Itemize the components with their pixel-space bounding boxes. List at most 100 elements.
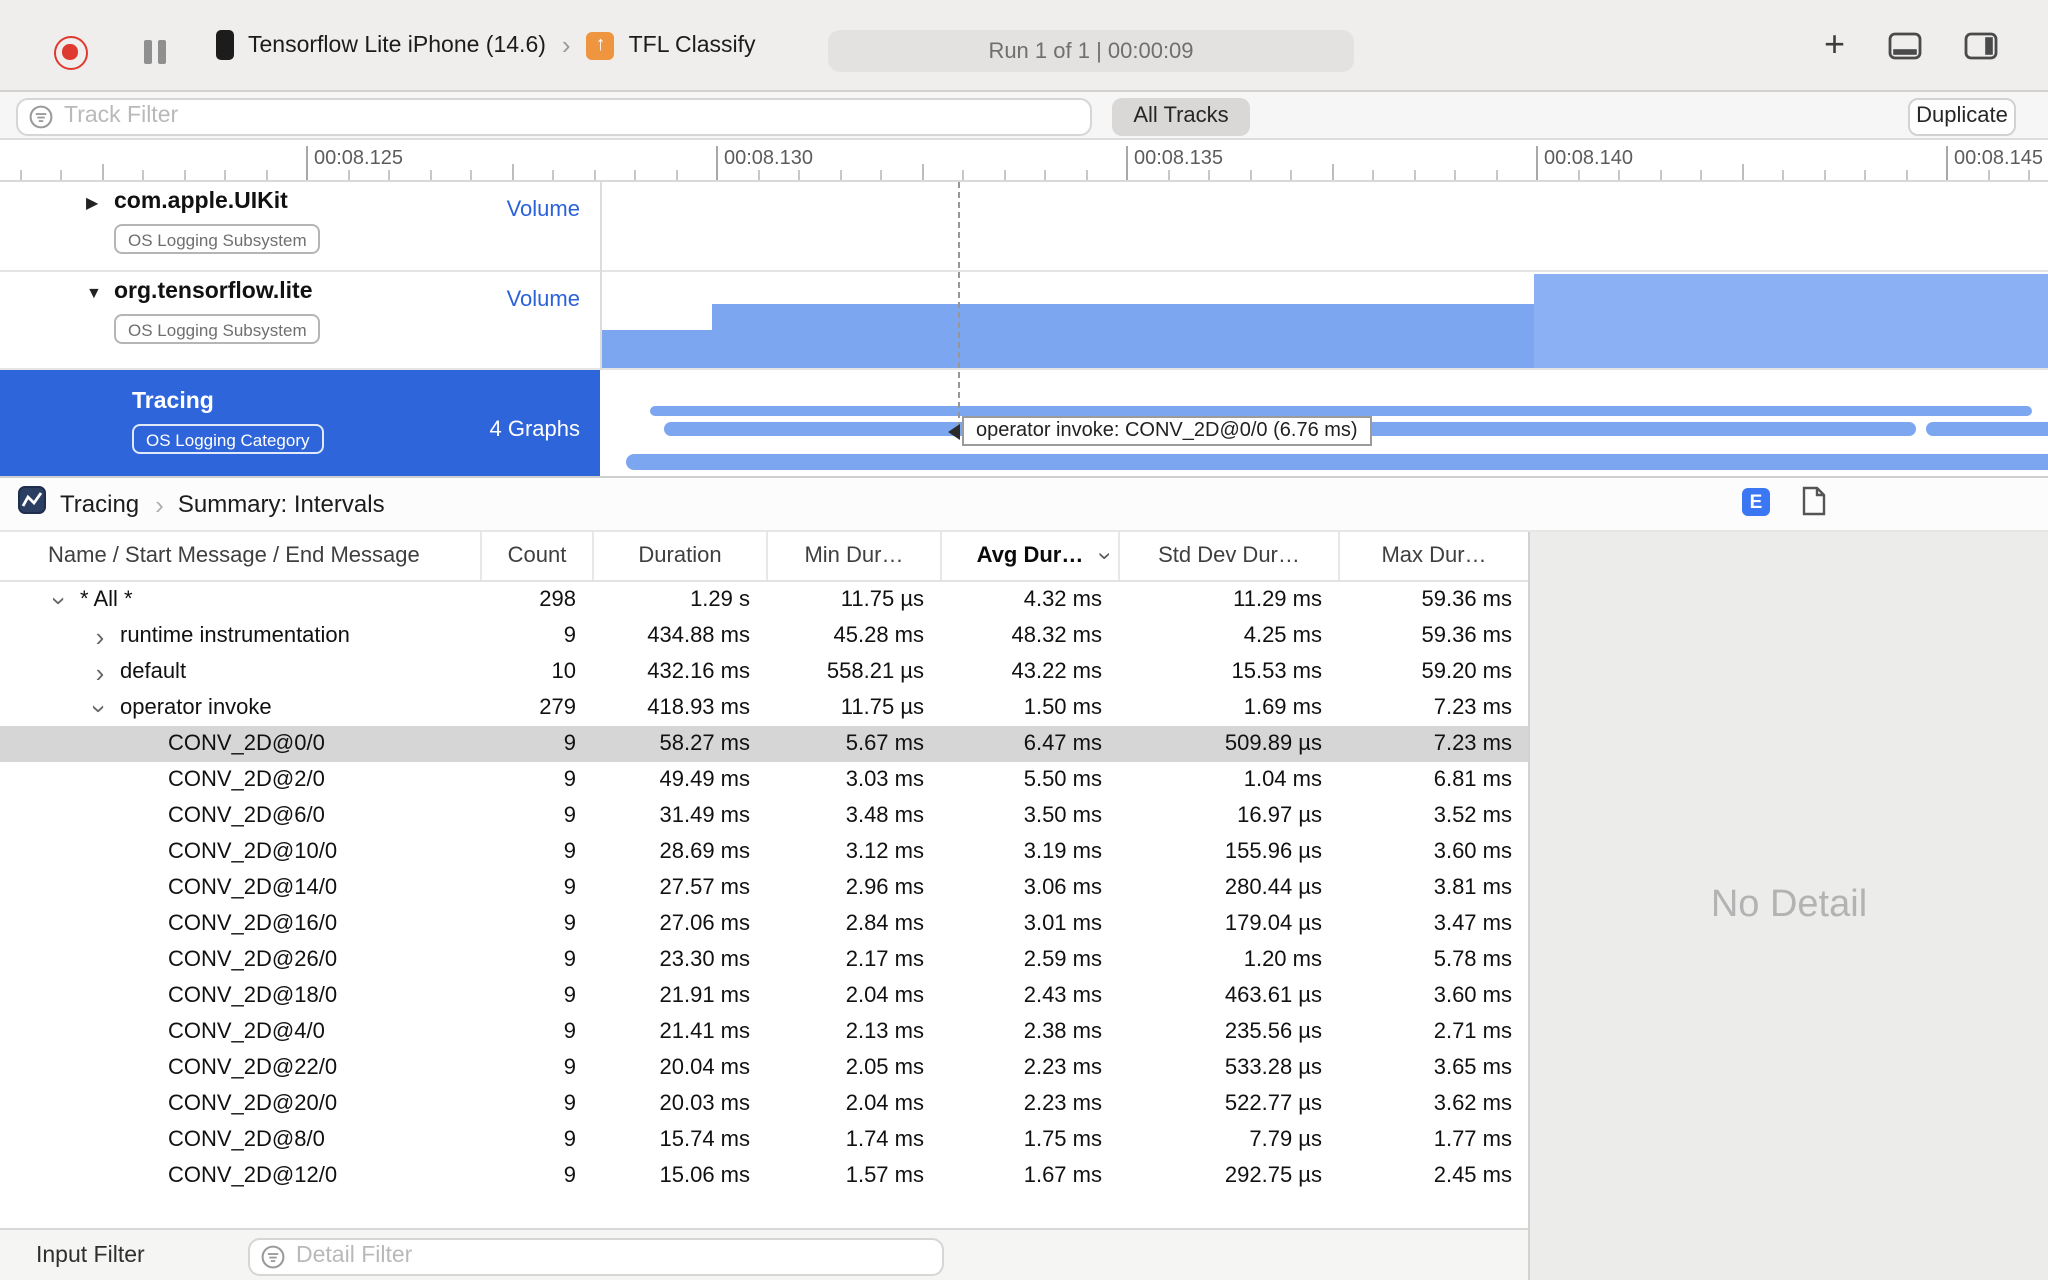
row-value: 558.21 µs xyxy=(826,660,924,684)
row-value: 1.29 s xyxy=(690,588,750,612)
table-row[interactable]: CONV_2D@6/0 9 31.49 ms 3.48 ms 3.50 ms 16.97 … xyxy=(0,798,1528,834)
track-lane[interactable] xyxy=(600,272,2048,368)
document-inspector-icon[interactable] xyxy=(1802,486,1826,526)
row-value: 2.96 ms xyxy=(845,876,924,900)
table-row[interactable]: CONV_2D@18/0 9 21.91 ms 2.04 ms 2.43 ms 463.6… xyxy=(0,978,1528,1014)
add-track-button[interactable]: + xyxy=(1824,24,1845,66)
toggle-right-panel-button[interactable] xyxy=(1964,32,1998,70)
ruler-tick xyxy=(1331,164,1333,180)
table-row[interactable]: CONV_2D@8/0 9 15.74 ms 1.74 ms 1.75 ms 7.79 µ… xyxy=(0,1122,1528,1158)
row-value: 9 xyxy=(563,768,576,792)
detail-filter-input[interactable]: Detail Filter xyxy=(248,1237,944,1275)
tracing-instrument-icon xyxy=(18,485,46,523)
ruler-tick xyxy=(675,170,677,180)
toggle-bottom-panel-button[interactable] xyxy=(1888,32,1922,70)
iphone-icon xyxy=(216,30,234,60)
track-row-tracing-selected[interactable]: Tracing OS Logging Category 4 Graphs ope… xyxy=(0,370,2048,476)
table-row[interactable]: CONV_2D@14/0 9 27.57 ms 2.96 ms 3.06 ms 280.4… xyxy=(0,870,1528,906)
breadcrumb-page[interactable]: Summary: Intervals xyxy=(178,490,385,518)
no-detail-label: No Detail xyxy=(1710,884,1868,926)
table-row[interactable]: CONV_2D@10/0 9 28.69 ms 3.12 ms 3.19 ms 155.9… xyxy=(0,834,1528,870)
table-row[interactable]: CONV_2D@12/0 9 15.06 ms 1.57 ms 1.67 ms 292.7… xyxy=(0,1158,1528,1194)
record-dot-icon xyxy=(62,44,78,60)
device-target-selector[interactable]: Tensorflow Lite iPhone (14.6) › ↑ TFL Cl… xyxy=(216,30,756,60)
breadcrumb-root[interactable]: Tracing xyxy=(60,490,139,518)
disclosure-collapsed-icon[interactable]: ▶ xyxy=(86,194,98,212)
track-filter-input[interactable]: Track Filter xyxy=(16,97,1092,135)
ruler-tick xyxy=(470,170,472,180)
table-row[interactable]: CONV_2D@16/0 9 27.06 ms 2.84 ms 3.01 ms 179.0… xyxy=(0,906,1528,942)
column-header-duration[interactable]: Duration xyxy=(592,532,766,580)
row-value: 1.77 ms xyxy=(1433,1128,1512,1152)
table-row[interactable]: › * All * 298 1.29 s 11.75 µs 4.32 ms 11.29 ms… xyxy=(0,582,1528,618)
ruler-tick xyxy=(101,164,103,180)
row-value: 3.12 ms xyxy=(845,840,924,864)
extended-detail-inspector-icon[interactable]: E xyxy=(1742,488,1770,516)
table-row[interactable]: CONV_2D@4/0 9 21.41 ms 2.13 ms 2.38 ms 235.56… xyxy=(0,1014,1528,1050)
collapse-chevron-icon[interactable]: › xyxy=(45,585,75,615)
run-status-text: Run 1 of 1 | 00:00:09 xyxy=(988,39,1194,63)
row-name: CONV_2D@8/0 xyxy=(168,1128,325,1152)
table-row[interactable]: CONV_2D@2/0 9 49.49 ms 3.03 ms 5.50 ms 1.04 m… xyxy=(0,762,1528,798)
row-value: 1.20 ms xyxy=(1243,948,1322,972)
row-value: 3.48 ms xyxy=(845,804,924,828)
right-panel-icon xyxy=(1964,32,1998,60)
row-name-cell: CONV_2D@18/0 xyxy=(0,984,480,1008)
column-header-std-dev-dur[interactable]: Std Dev Dur… xyxy=(1118,532,1338,580)
table-row[interactable]: CONV_2D@20/0 9 20.03 ms 2.04 ms 2.23 ms 522.7… xyxy=(0,1086,1528,1122)
table-row[interactable]: CONV_2D@22/0 9 20.04 ms 2.05 ms 2.23 ms 533.2… xyxy=(0,1050,1528,1086)
row-value: 155.96 µs xyxy=(1224,840,1322,864)
row-value: 3.50 ms xyxy=(1023,804,1102,828)
column-header-name[interactable]: Name / Start Message / End Message xyxy=(0,532,480,580)
row-value: 49.49 ms xyxy=(659,768,751,792)
table-row[interactable]: CONV_2D@26/0 9 23.30 ms 2.17 ms 2.59 ms 1.20 … xyxy=(0,942,1528,978)
table-row[interactable]: › default 10 432.16 ms 558.21 µs 43.22 ms 15.5… xyxy=(0,654,1528,690)
expand-chevron-icon[interactable]: › xyxy=(80,657,120,687)
row-value: 21.41 ms xyxy=(659,1020,751,1044)
row-value: 522.77 µs xyxy=(1224,1092,1322,1116)
row-value: 7.23 ms xyxy=(1433,696,1512,720)
collapse-chevron-icon[interactable]: › xyxy=(85,693,115,723)
record-button[interactable] xyxy=(54,36,88,70)
track-header: Tracing OS Logging Category 4 Graphs xyxy=(0,370,600,476)
row-value: 5.78 ms xyxy=(1433,948,1512,972)
row-value: 9 xyxy=(563,948,576,972)
track-lane[interactable]: operator invoke: CONV_2D@0/0 (6.76 ms) xyxy=(600,370,2048,476)
disclosure-expanded-icon[interactable]: ▼ xyxy=(86,284,102,302)
all-tracks-button[interactable]: All Tracks xyxy=(1112,97,1250,135)
row-name: CONV_2D@16/0 xyxy=(168,912,338,936)
row-name: operator invoke xyxy=(120,696,272,720)
ruler-label: 00:08.130 xyxy=(724,148,813,170)
row-value: 20.04 ms xyxy=(659,1056,751,1080)
pause-button[interactable] xyxy=(144,40,165,64)
table-row[interactable]: › runtime instrumentation 9 434.88 ms 45.28 … xyxy=(0,618,1528,654)
ruler-tick xyxy=(1782,170,1784,180)
table-row[interactable]: › operator invoke 279 418.93 ms 11.75 µs 1.50… xyxy=(0,690,1528,726)
column-header-count[interactable]: Count xyxy=(480,532,592,580)
ruler-tick xyxy=(1741,164,1743,180)
expand-chevron-icon[interactable]: › xyxy=(80,621,120,651)
ruler-tick xyxy=(511,164,513,180)
ruler-tick xyxy=(1249,170,1251,180)
row-name-cell: › operator invoke xyxy=(0,693,480,723)
row-name-cell: CONV_2D@4/0 xyxy=(0,1020,480,1044)
timeline-ruler[interactable]: 00:08.125 00:08.130 00:08.135 00:08.140 … xyxy=(0,140,2048,182)
ruler-tick xyxy=(1987,170,1989,180)
column-header-avg-dur-sorted[interactable]: Avg Dur… › xyxy=(940,532,1118,580)
row-name: CONV_2D@10/0 xyxy=(168,840,338,864)
track-name: org.tensorflow.lite xyxy=(114,280,313,304)
row-value: 58.27 ms xyxy=(659,732,751,756)
ruler-tick xyxy=(798,170,800,180)
track-name: com.apple.UIKit xyxy=(114,190,288,214)
table-row-selected[interactable]: CONV_2D@0/0 9 58.27 ms 5.67 ms 6.47 ms 509.89… xyxy=(0,726,1528,762)
column-header-min-dur[interactable]: Min Dur… xyxy=(766,532,940,580)
row-value: 9 xyxy=(563,1056,576,1080)
chevron-right-icon: › xyxy=(561,30,571,60)
row-name-cell: › runtime instrumentation xyxy=(0,621,480,651)
duplicate-button[interactable]: Duplicate xyxy=(1908,97,2016,135)
track-row-tensorflow[interactable]: ▼ org.tensorflow.lite OS Logging Subsyst… xyxy=(0,272,2048,370)
row-value: 59.20 ms xyxy=(1421,660,1513,684)
track-row-uikit[interactable]: ▶ com.apple.UIKit OS Logging Subsystem V… xyxy=(0,182,2048,272)
track-lane[interactable] xyxy=(600,182,2048,270)
column-header-max-dur[interactable]: Max Dur… xyxy=(1338,532,1528,580)
